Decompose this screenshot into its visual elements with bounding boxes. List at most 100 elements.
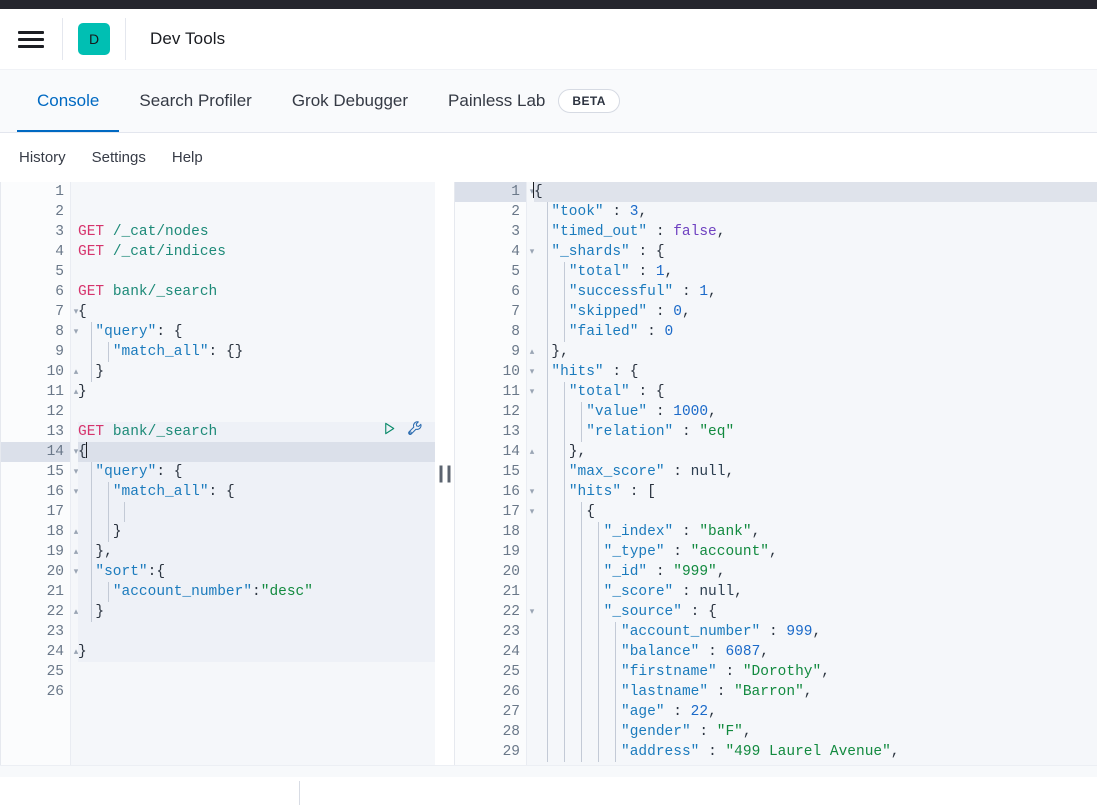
line-number: 2 [55, 204, 64, 220]
line-number: 16 ▾ [455, 482, 535, 502]
tab-painless-lab-label: Painless Lab [448, 91, 546, 110]
response-line: }, [534, 342, 1097, 362]
tab-painless-lab[interactable]: Painless Lab BETA [428, 70, 640, 132]
code-line[interactable]: "match_all": { [78, 482, 435, 502]
subnav-item-settings[interactable]: Settings [92, 149, 146, 166]
code-line[interactable]: "query": { [78, 322, 435, 342]
response-line: "relation" : "eq" [534, 422, 1097, 442]
line-number: 14 ▴ [455, 442, 535, 462]
code-line[interactable]: { [78, 442, 435, 462]
line-number: 10 ▴ [1, 362, 79, 382]
line-number: 9 [55, 344, 64, 360]
subnav-item-help[interactable]: Help [172, 149, 203, 166]
code-line[interactable]: }, [78, 542, 435, 562]
response-line: "failed" : 0 [534, 322, 1097, 342]
code-line[interactable]: "match_all": {} [78, 342, 435, 362]
code-line[interactable]: "sort":{ [78, 562, 435, 582]
wrench-icon[interactable] [407, 420, 424, 444]
line-number: 13 [502, 424, 520, 440]
line-number: 22 ▾ [455, 602, 535, 622]
code-line[interactable] [78, 622, 435, 642]
line-number: 12 [46, 404, 64, 420]
line-number: 8 ▾ [1, 322, 78, 342]
response-code-area: { "took" : 3, "timed_out" : false, "_sha… [528, 182, 1097, 765]
code-line[interactable]: } [78, 362, 435, 382]
response-line: "_shards" : { [534, 242, 1097, 262]
primary-tabbar: Console Search Profiler Grok Debugger Pa… [0, 70, 1097, 133]
page-footer-region [0, 777, 1097, 805]
code-line[interactable]: GET /_cat/nodes [78, 222, 435, 242]
line-number: 14 ▾ [1, 442, 78, 462]
line-number: 2 [511, 204, 520, 220]
code-line[interactable]: } [78, 382, 435, 402]
line-number: 19 ▴ [1, 542, 79, 562]
response-viewer-pane[interactable]: 1 ▾ 2 3 4 ▾ 5 6 7 8 9 ▴ 10 ▾ 11 ▾ 12 13 14 ▴ 15 16 ▾ 17 ▾ 18 19 20 2… [454, 182, 1097, 765]
line-number: 21 [502, 584, 520, 600]
request-code-area[interactable]: GET /_cat/nodes GET /_cat/indices GET bank… [72, 182, 435, 765]
line-number: 6 [55, 284, 64, 300]
code-line[interactable]: } [78, 522, 435, 542]
response-line: "max_score" : null, [534, 462, 1097, 482]
line-number: 26 [502, 684, 520, 700]
line-number: 10 ▾ [455, 362, 535, 382]
subnav-item-history[interactable]: History [19, 149, 66, 166]
code-line[interactable]: { [78, 302, 435, 322]
code-line[interactable]: GET /_cat/indices [78, 242, 435, 262]
line-number: 27 [502, 704, 520, 720]
line-number: 20 ▾ [1, 562, 79, 582]
code-line[interactable] [78, 682, 435, 702]
code-line[interactable]: GET bank/_search [78, 282, 435, 302]
code-line[interactable]: "account_number":"desc" [78, 582, 435, 602]
request-gutter: 1 2 3 4 5 6 7 ▾ 8 ▾ 9 10 ▴ 11 ▴ 12 13 14 ▾ 15 ▾ 16 ▾ 17 18 ▴ 19 ▴ 20… [1, 182, 79, 765]
line-number: 9 ▴ [455, 342, 534, 362]
response-line: "firstname" : "Dorothy", [534, 662, 1097, 682]
code-line[interactable] [78, 662, 435, 682]
hamburger-menu-icon[interactable] [0, 9, 62, 70]
code-line[interactable]: } [78, 602, 435, 622]
line-number: 1 ▾ [455, 182, 534, 202]
response-line: "timed_out" : false, [534, 222, 1097, 242]
tab-console[interactable]: Console [17, 70, 120, 132]
line-number: 25 [46, 664, 64, 680]
line-number: 7 [511, 304, 520, 320]
response-line: "total" : { [534, 382, 1097, 402]
console-subnav: History Settings Help [0, 133, 1097, 182]
code-line[interactable] [78, 262, 435, 282]
code-line[interactable] [78, 182, 435, 202]
tab-search-profiler[interactable]: Search Profiler [119, 70, 271, 132]
response-line: "hits" : [ [534, 482, 1097, 502]
line-number: 15 ▾ [1, 462, 79, 482]
app-badge: D [78, 23, 110, 55]
line-number: 26 [46, 684, 64, 700]
response-line: "gender" : "F", [534, 722, 1097, 742]
response-line: "address" : "499 Laurel Avenue", [534, 742, 1097, 762]
tab-grok-debugger-label: Grok Debugger [291, 91, 409, 110]
line-number: 23 [46, 624, 64, 640]
line-number: 4 [55, 244, 64, 260]
editor-bottom-strip [0, 765, 1097, 777]
line-number: 24 ▴ [1, 642, 79, 662]
line-number: 1 [55, 184, 64, 200]
line-number: 11 ▾ [455, 382, 535, 402]
line-number: 25 [502, 664, 520, 680]
app-badge-wrapper[interactable]: D [63, 9, 125, 70]
request-editor-pane[interactable]: 1 2 3 4 5 6 7 ▾ 8 ▾ 9 10 ▴ 11 ▴ 12 13 14 ▾ 15 ▾ 16 ▾ 17 18 ▴ 19 ▴ 20… [0, 182, 435, 765]
line-number: 13 [46, 424, 64, 440]
play-icon[interactable] [382, 421, 397, 443]
code-line[interactable]: "query": { [78, 462, 435, 482]
code-line[interactable] [78, 502, 435, 522]
beta-badge: BETA [558, 89, 620, 113]
code-line[interactable]: } [78, 642, 435, 662]
pane-resizer[interactable] [439, 465, 450, 482]
response-line: "_index" : "bank", [534, 522, 1097, 542]
code-line[interactable] [78, 202, 435, 222]
code-line[interactable] [78, 402, 435, 422]
line-number: 12 [502, 404, 520, 420]
tab-grok-debugger[interactable]: Grok Debugger [272, 70, 428, 132]
code-line[interactable]: GET bank/_search [78, 420, 435, 444]
response-line: "successful" : 1, [534, 282, 1097, 302]
pane-gap [435, 182, 454, 765]
line-number: 4 ▾ [455, 242, 534, 262]
response-line: "skipped" : 0, [534, 302, 1097, 322]
response-line: "hits" : { [534, 362, 1097, 382]
